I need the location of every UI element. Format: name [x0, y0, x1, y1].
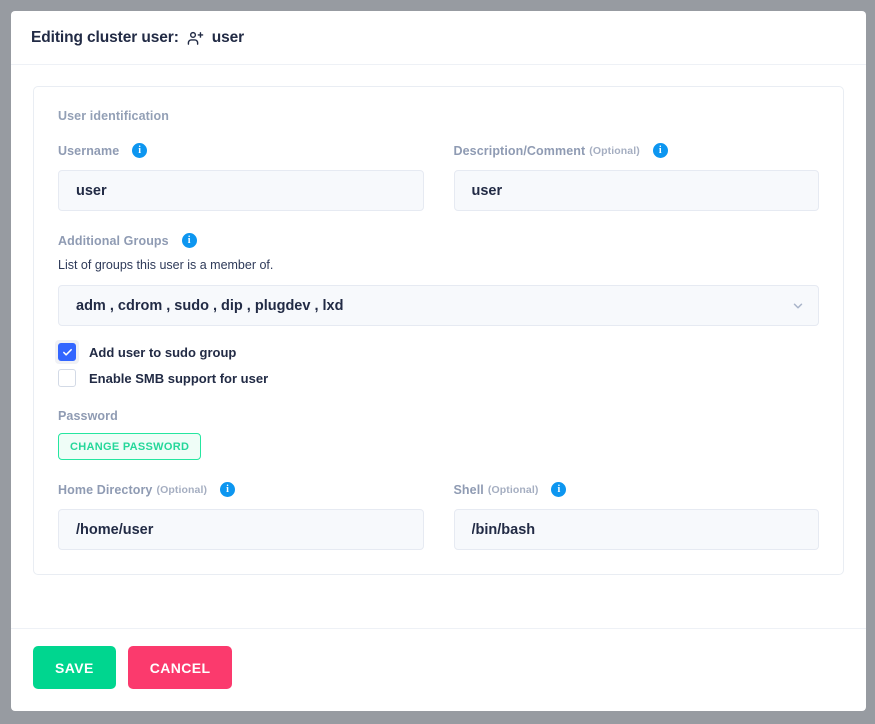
info-icon[interactable]: i: [220, 482, 236, 497]
home-directory-input[interactable]: [58, 509, 424, 550]
dialog-title-username: user: [211, 28, 245, 46]
user-plus-icon: [187, 30, 204, 47]
sudo-group-checkbox-label: Add user to sudo group: [89, 344, 237, 360]
shell-field-group: Shell (Optional) i: [453, 482, 820, 550]
sudo-group-checkbox-row[interactable]: Add user to sudo group: [55, 340, 819, 364]
additional-groups-select-wrap: adm , cdrom , sudo , dip , plugdev , lxd: [58, 285, 819, 326]
description-optional-tag: (Optional): [589, 144, 640, 157]
paths-row: Home Directory (Optional) i Shell (Optio…: [58, 482, 819, 550]
description-label: Description/Comment (Optional) i: [454, 143, 820, 158]
section-label-user-identification: User identification: [58, 109, 169, 123]
sudo-group-checkbox[interactable]: [58, 343, 76, 361]
additional-groups-group: Additional Groups i List of groups this …: [58, 233, 819, 326]
info-icon[interactable]: i: [181, 233, 197, 248]
user-identification-card: User identification Username i Descripti…: [33, 86, 844, 575]
dialog-title-prefix: Editing cluster user:: [31, 28, 179, 46]
username-input[interactable]: [58, 170, 424, 211]
info-icon[interactable]: i: [652, 143, 668, 158]
password-label-text: Password: [58, 409, 118, 423]
dialog-footer: SAVE CANCEL: [11, 628, 866, 711]
shell-optional-tag: (Optional): [487, 483, 539, 496]
description-input[interactable]: [453, 170, 819, 211]
smb-support-checkbox-row[interactable]: Enable SMB support for user: [58, 369, 819, 387]
username-field-group: Username i: [58, 143, 424, 211]
shell-input[interactable]: [453, 509, 819, 550]
page-title: Editing cluster user: user: [31, 29, 244, 47]
shell-label: Shell (Optional) i: [454, 482, 820, 497]
home-directory-optional-tag: (Optional): [156, 483, 208, 496]
dialog-header: Editing cluster user: user: [11, 11, 866, 65]
username-label: Username i: [58, 143, 424, 158]
identity-row: Username i Description/Comment (Optional…: [58, 143, 819, 211]
username-label-text: Username: [58, 143, 120, 158]
save-button[interactable]: SAVE: [33, 646, 116, 689]
shell-label-text: Shell: [453, 482, 484, 497]
dialog-body: User identification Username i Descripti…: [11, 65, 866, 606]
additional-groups-label-text: Additional Groups: [58, 233, 169, 248]
additional-groups-select[interactable]: adm , cdrom , sudo , dip , plugdev , lxd: [58, 285, 819, 326]
smb-support-checkbox-label: Enable SMB support for user: [89, 370, 269, 386]
smb-support-checkbox[interactable]: [58, 369, 76, 387]
additional-groups-helper-text: List of groups this user is a member of.: [58, 258, 274, 272]
home-directory-label-text: Home Directory: [58, 482, 153, 497]
description-field-group: Description/Comment (Optional) i: [453, 143, 820, 211]
home-directory-field-group: Home Directory (Optional) i: [58, 482, 424, 550]
cancel-button[interactable]: CANCEL: [127, 646, 233, 689]
info-icon[interactable]: i: [551, 482, 567, 497]
additional-groups-selected-value: adm , cdrom , sudo , dip , plugdev , lxd: [76, 297, 344, 314]
additional-groups-label: Additional Groups i: [58, 233, 819, 248]
edit-cluster-user-dialog: Editing cluster user: user User identifi…: [11, 11, 866, 711]
sudo-checkbox-focus-ring: [55, 340, 79, 364]
password-label: Password: [58, 409, 819, 423]
description-label-text: Description/Comment: [453, 143, 586, 158]
change-password-button[interactable]: CHANGE PASSWORD: [58, 433, 202, 460]
info-icon[interactable]: i: [132, 143, 148, 158]
home-directory-label: Home Directory (Optional) i: [58, 482, 424, 497]
